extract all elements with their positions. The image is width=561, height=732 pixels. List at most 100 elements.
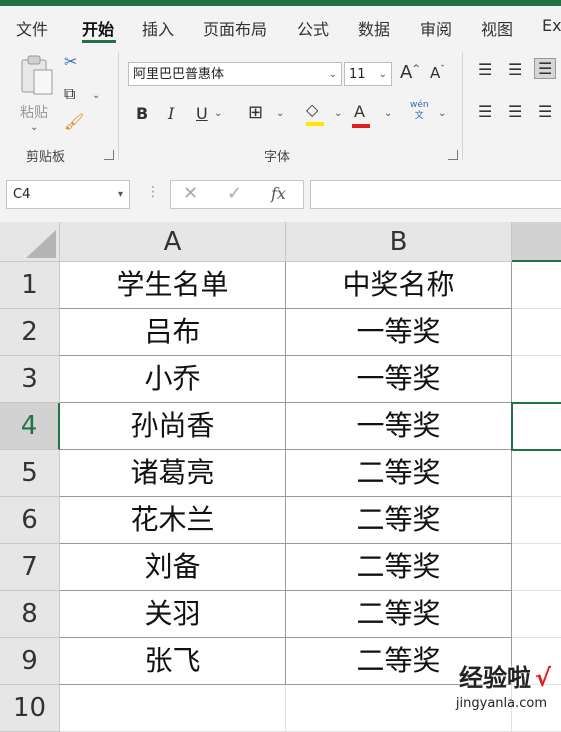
name-box-value: C4 <box>13 187 31 202</box>
tab-review[interactable]: 审阅 <box>420 16 452 40</box>
shrink-font-button[interactable]: Aˇ <box>430 64 445 82</box>
cancel-icon[interactable]: ✕ <box>183 183 198 204</box>
underline-button[interactable]: U <box>196 104 208 123</box>
underline-dropdown-icon[interactable]: ⌄ <box>214 108 222 119</box>
phonetic-sub-label: 文 <box>414 111 424 121</box>
cell-b3[interactable]: 一等奖 <box>286 356 512 403</box>
bold-button[interactable]: B <box>136 104 148 123</box>
paste-dropdown-icon[interactable]: ⌄ <box>30 122 38 133</box>
cut-icon[interactable]: ✂ <box>64 52 77 71</box>
watermark: 经验啦 √ <box>459 658 551 693</box>
row-header[interactable]: 2 <box>0 309 60 356</box>
fill-color-icon[interactable]: ◇ <box>306 100 324 126</box>
cell-b7[interactable]: 二等奖 <box>286 544 512 591</box>
cell-c2[interactable] <box>512 309 561 356</box>
cell-c6[interactable] <box>512 497 561 544</box>
tab-extra[interactable]: Ex <box>542 16 561 35</box>
tab-view[interactable]: 视图 <box>481 16 513 40</box>
formula-input[interactable] <box>310 180 561 209</box>
watermark-text: 经验啦 <box>458 664 531 692</box>
clipboard-launcher-icon[interactable] <box>104 150 114 160</box>
cell-c7[interactable] <box>512 544 561 591</box>
column-header-a[interactable]: A <box>60 222 286 262</box>
font-color-swatch <box>352 124 370 128</box>
tab-formulas[interactable]: 公式 <box>297 16 329 40</box>
format-painter-icon[interactable]: 🖌 <box>64 112 84 131</box>
row-header[interactable]: 7 <box>0 544 60 591</box>
borders-icon[interactable]: ⊞ <box>248 102 263 123</box>
font-color-button[interactable]: A <box>352 102 370 128</box>
cell-c4-active[interactable] <box>511 402 561 451</box>
row-header[interactable]: 9 <box>0 638 60 685</box>
row-header[interactable]: 8 <box>0 591 60 638</box>
tab-insert[interactable]: 插入 <box>142 16 174 40</box>
paste-label: 粘贴 <box>20 105 48 121</box>
name-box[interactable]: C4 ▾ <box>6 180 130 209</box>
cell-c5[interactable] <box>512 450 561 497</box>
cell-a8[interactable]: 关羽 <box>60 591 286 638</box>
cell-b2[interactable]: 一等奖 <box>286 309 512 356</box>
copy-icon[interactable]: ⧉ <box>64 84 75 104</box>
watermark-url: jingyanla.com <box>455 696 547 711</box>
fill-color-dropdown-icon[interactable]: ⌄ <box>334 108 342 119</box>
font-family-value: 阿里巴巴普惠体 <box>133 67 225 82</box>
align-bottom-icon[interactable]: ☰ <box>534 58 557 79</box>
align-center-icon[interactable]: ☰ <box>508 102 522 121</box>
enter-icon[interactable]: ✓ <box>227 183 242 204</box>
phonetic-dropdown-icon[interactable]: ⌄ <box>438 108 446 119</box>
cell-a3[interactable]: 小乔 <box>60 356 286 403</box>
font-size-select[interactable]: 11 ⌄ <box>344 62 392 86</box>
copy-dropdown-icon[interactable]: ⌄ <box>92 90 100 101</box>
tab-home[interactable]: 开始 <box>82 16 114 40</box>
row-header[interactable]: 6 <box>0 497 60 544</box>
row-header[interactable]: 3 <box>0 356 60 403</box>
cell-a1[interactable]: 学生名单 <box>60 262 286 309</box>
group-divider <box>118 52 119 160</box>
cell-b1[interactable]: 中奖名称 <box>286 262 512 309</box>
row-header[interactable]: 1 <box>0 262 60 309</box>
ribbon: 粘贴 ⌄ ✂ ⧉ ⌄ 🖌 剪贴板 阿里巴巴普惠体 ⌄ 11 ⌄ A^ Aˇ B … <box>0 44 561 169</box>
column-header-b[interactable]: B <box>286 222 512 262</box>
italic-button[interactable]: I <box>168 104 174 123</box>
cell-b5[interactable]: 二等奖 <box>286 450 512 497</box>
grow-font-button[interactable]: A^ <box>400 62 420 83</box>
font-family-select[interactable]: 阿里巴巴普惠体 ⌄ <box>128 62 342 86</box>
group-divider <box>462 52 463 160</box>
tab-data[interactable]: 数据 <box>358 16 390 40</box>
cell-c8[interactable] <box>512 591 561 638</box>
cell-a4[interactable]: 孙尚香 <box>60 403 286 450</box>
row-header[interactable]: 10 <box>0 685 60 732</box>
tab-file[interactable]: 文件 <box>16 16 48 40</box>
insert-function-button[interactable]: fx <box>271 184 286 203</box>
cell-c1[interactable] <box>512 262 561 309</box>
cell-a9[interactable]: 张飞 <box>60 638 286 685</box>
borders-dropdown-icon[interactable]: ⌄ <box>276 108 284 119</box>
tab-page-layout[interactable]: 页面布局 <box>203 16 267 40</box>
cell-c3[interactable] <box>512 356 561 403</box>
chevron-down-icon: ⌄ <box>328 69 337 80</box>
row-header-selected[interactable]: 4 <box>0 403 60 450</box>
cell-b6[interactable]: 二等奖 <box>286 497 512 544</box>
row-header[interactable]: 5 <box>0 450 60 497</box>
cell-a10[interactable] <box>60 685 286 732</box>
cell-a5[interactable]: 诸葛亮 <box>60 450 286 497</box>
align-left-icon[interactable]: ☰ <box>478 102 492 121</box>
font-color-dropdown-icon[interactable]: ⌄ <box>384 108 392 119</box>
cell-a6[interactable]: 花木兰 <box>60 497 286 544</box>
font-launcher-icon[interactable] <box>448 150 458 160</box>
column-header-c[interactable] <box>512 222 561 262</box>
select-all-corner[interactable] <box>0 222 60 262</box>
paste-button[interactable]: 粘贴 ⌄ <box>14 54 56 134</box>
formula-buttons: ✕ ✓ fx <box>170 180 304 209</box>
align-top-icon[interactable]: ☰ <box>478 60 492 79</box>
cell-a2[interactable]: 吕布 <box>60 309 286 356</box>
paste-icon <box>21 55 53 95</box>
align-right-icon[interactable]: ☰ <box>538 102 552 121</box>
cell-b8[interactable]: 二等奖 <box>286 591 512 638</box>
shrink-font-label: A <box>430 64 441 82</box>
align-middle-icon[interactable]: ☰ <box>508 60 522 79</box>
cell-a7[interactable]: 刘备 <box>60 544 286 591</box>
phonetic-guide-button[interactable]: wén 文 <box>410 100 429 122</box>
fill-color-swatch <box>306 122 324 126</box>
cell-b4[interactable]: 一等奖 <box>286 403 512 450</box>
